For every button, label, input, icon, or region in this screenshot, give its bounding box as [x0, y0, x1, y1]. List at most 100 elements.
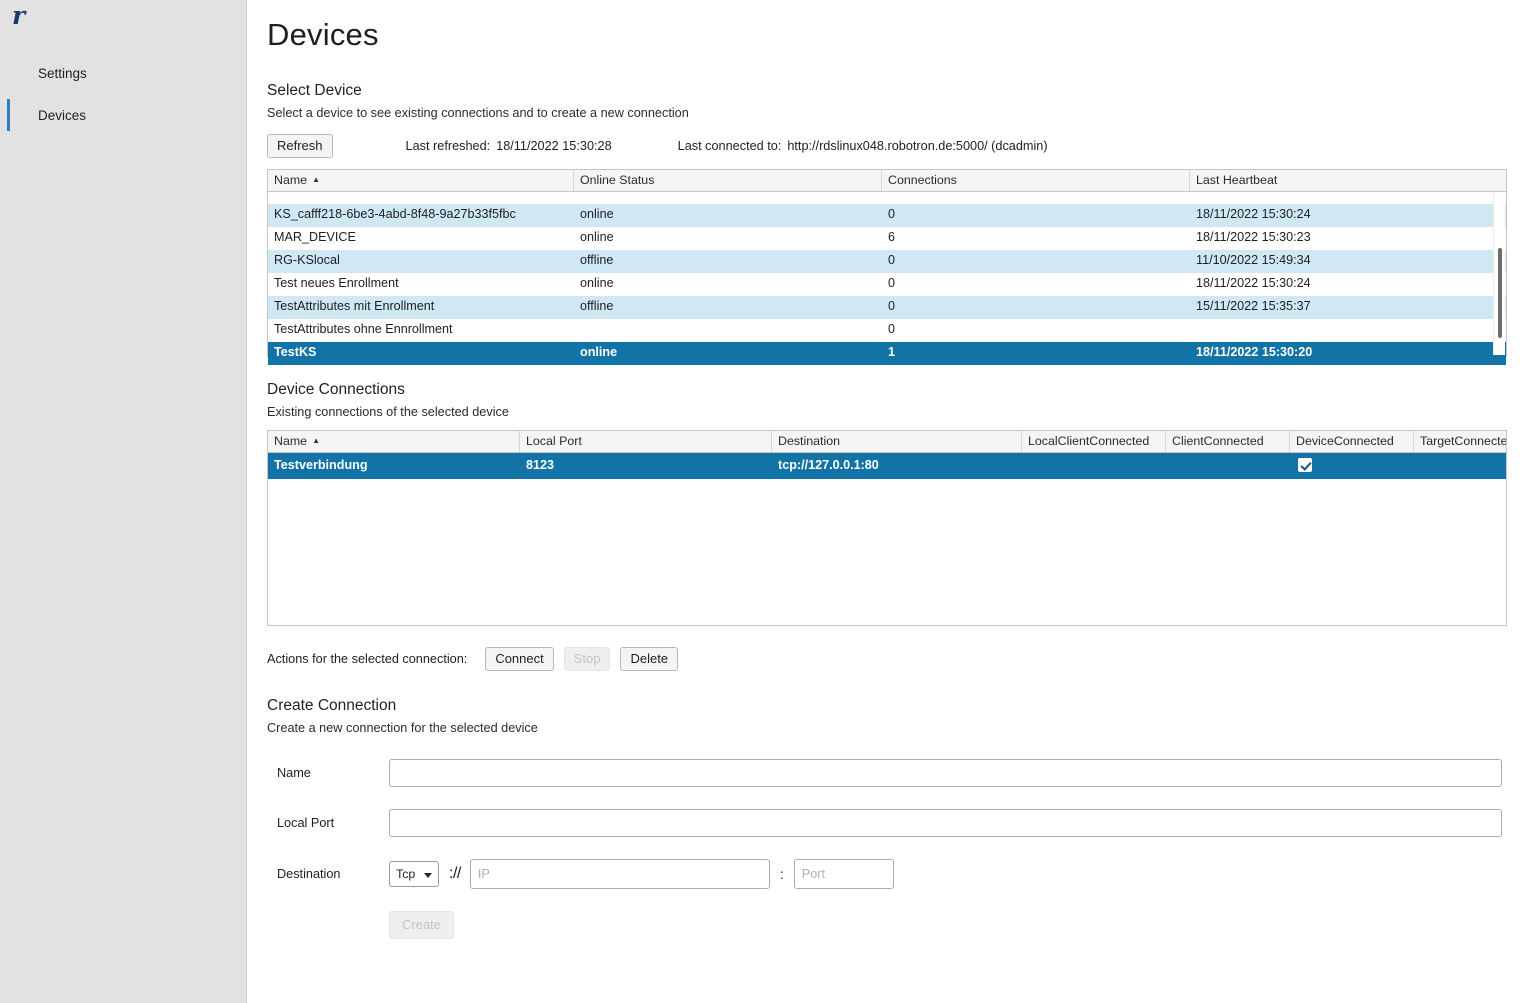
- connect-button[interactable]: Connect: [485, 647, 554, 671]
- cell-deviceconnected: [1290, 453, 1414, 479]
- cell-name: KSN_93a46c88-9e6e-4116-9990-da54aa93f28e: [268, 192, 574, 193]
- device-table-header: Name ▲ Online Status Connections Last Hea…: [268, 170, 1506, 192]
- cell-connections: 0: [888, 253, 896, 267]
- table-row[interactable]: Test neues Enrollment online 0 18/11/202…: [268, 273, 1506, 296]
- device-table: Name ▲ Online Status Connections Last Hea…: [267, 169, 1507, 365]
- table-row[interactable]: TestAttributes ohne Ennrollment 0: [268, 319, 1506, 342]
- checkbox-checked-icon[interactable]: [1298, 458, 1312, 472]
- cell-connections: 0: [888, 207, 896, 221]
- table-row[interactable]: Testverbindung 8123 tcp://127.0.0.1:80: [268, 453, 1506, 479]
- device-table-scrollbar[interactable]: [1493, 193, 1505, 355]
- sidebar-item-devices[interactable]: Devices: [0, 94, 246, 136]
- cell-name: Testverbindung: [274, 458, 368, 472]
- cell-heartbeat: 18/11/2022 15:30:24: [1196, 207, 1311, 221]
- nav-accent-bar: [7, 99, 10, 131]
- device-col-connections[interactable]: Connections: [882, 170, 1190, 191]
- port-input[interactable]: [793, 859, 894, 889]
- cell-status: online: [580, 276, 614, 290]
- connections-table-header: Name ▲ Local Port Destination LocalClient…: [268, 431, 1506, 453]
- cell-connections: 1: [888, 345, 896, 359]
- last-refreshed-value: 18/11/2022 15:30:28: [496, 139, 612, 153]
- table-row[interactable]: KS_cafff218-6be3-4abd-8f48-9a27b33f5fbc …: [268, 204, 1506, 227]
- cell-heartbeat: 11/10/2022 15:49:34: [1196, 253, 1311, 267]
- sort-asc-icon: ▲: [312, 175, 320, 184]
- cell-heartbeat: 15/11/2022 15:35:37: [1196, 299, 1311, 313]
- form-row-create: Create: [267, 911, 1508, 939]
- page-title: Devices: [267, 17, 379, 52]
- ip-input[interactable]: [469, 859, 770, 889]
- device-col-heartbeat[interactable]: Last Heartbeat: [1190, 170, 1506, 191]
- create-button: Create: [389, 911, 455, 939]
- conn-col-deviceconnected[interactable]: DeviceConnected: [1290, 431, 1414, 452]
- form-row-destination: Destination Tcp :// :: [267, 859, 1508, 889]
- table-row[interactable]: TestAttributes mit Enrollment offline 0 …: [268, 296, 1506, 319]
- cell-name: TestKS: [274, 345, 317, 359]
- form-row-local-port: Local Port: [267, 809, 1508, 837]
- cell-connections: 3: [882, 192, 1190, 193]
- cell-heartbeat: 18/11/2022 15:30:20: [1196, 345, 1313, 359]
- create-connection-form: Name Local Port Destination Tcp :// :: [267, 759, 1508, 939]
- device-connections-subtitle: Existing connections of the selected dev…: [267, 405, 509, 419]
- sidebar: r Settings Devices: [0, 0, 247, 1003]
- actions-label: Actions for the selected connection:: [267, 652, 468, 666]
- table-row[interactable]: RG-KSlocal offline 0 11/10/2022 15:49:34: [268, 250, 1506, 273]
- app-root: r Settings Devices Devices Select Device…: [0, 0, 1524, 1003]
- name-input[interactable]: [389, 759, 1502, 787]
- conn-col-targetconnected[interactable]: TargetConnected: [1414, 431, 1506, 452]
- conn-col-localclientconnected[interactable]: LocalClientConnected: [1022, 431, 1166, 452]
- chevron-down-icon: [424, 873, 432, 878]
- sidebar-item-label: Devices: [38, 107, 87, 123]
- last-refreshed-label: Last refreshed:: [405, 139, 491, 153]
- conn-col-destination[interactable]: Destination: [772, 431, 1022, 452]
- connections-table: Name ▲ Local Port Destination LocalClient…: [267, 430, 1507, 626]
- connection-actions: Actions for the selected connection: Con…: [267, 647, 1508, 671]
- cell-name: KS_cafff218-6be3-4abd-8f48-9a27b33f5fbc: [274, 207, 516, 221]
- table-row[interactable]: MAR_DEVICE online 6 18/11/2022 15:30:23: [268, 227, 1506, 250]
- cell-status: offline: [580, 253, 614, 267]
- cell-name: TestAttributes ohne Ennrollment: [274, 322, 453, 336]
- device-toolbar: Refresh Last refreshed: 18/11/2022 15:30…: [267, 134, 1508, 158]
- brand-logo: r: [12, 1, 25, 30]
- scheme-selected-value: Tcp: [396, 867, 416, 881]
- cell-connections: 6: [888, 230, 896, 244]
- cell-status: online: [580, 230, 614, 244]
- cell-status: [574, 319, 882, 342]
- stop-button: Stop: [563, 647, 611, 671]
- cell-connections: 0: [888, 322, 896, 336]
- last-connected-label: Last connected to:: [677, 139, 782, 153]
- form-spacer: [267, 911, 389, 939]
- delete-button[interactable]: Delete: [620, 647, 679, 671]
- last-connected: Last connected to: http://rdslinux048.ro…: [678, 139, 1048, 153]
- conn-col-clientconnected[interactable]: ClientConnected: [1166, 431, 1290, 452]
- device-col-name-label: Name: [274, 173, 308, 187]
- conn-col-name[interactable]: Name ▲: [268, 431, 520, 452]
- refresh-button[interactable]: Refresh: [267, 134, 333, 158]
- conn-col-name-label: Name: [274, 434, 308, 448]
- table-row[interactable]: TestKS online 1 18/11/2022 15:30:20: [268, 342, 1506, 365]
- device-col-name[interactable]: Name ▲: [268, 170, 574, 191]
- cell-status: offline: [580, 299, 614, 313]
- select-device-heading: Select Device: [267, 82, 362, 99]
- device-connections-heading: Device Connections: [267, 381, 405, 398]
- device-col-status[interactable]: Online Status: [574, 170, 882, 191]
- conn-col-local-port[interactable]: Local Port: [520, 431, 772, 452]
- last-refreshed: Last refreshed: 18/11/2022 15:30:28: [406, 139, 612, 153]
- scheme-select[interactable]: Tcp: [389, 861, 439, 887]
- table-row[interactable]: KSN_93a46c88-9e6e-4116-9990-da54aa93f28e…: [268, 192, 1506, 204]
- cell-status: online: [580, 207, 614, 221]
- cell-name: Test neues Enrollment: [274, 276, 399, 290]
- scrollbar-thumb[interactable]: [1498, 248, 1502, 338]
- sidebar-item-settings[interactable]: Settings: [0, 52, 246, 94]
- local-port-input[interactable]: [389, 809, 1502, 837]
- cell-name: TestAttributes mit Enrollment: [274, 299, 435, 313]
- sidebar-nav: Settings Devices: [0, 52, 246, 136]
- cell-heartbeat: 18/11/2022 15:30:23: [1196, 230, 1311, 244]
- colon-separator: :: [779, 866, 784, 882]
- cell-local-port: 8123: [526, 458, 555, 472]
- select-device-subtitle: Select a device to see existing connecti…: [267, 106, 689, 120]
- cell-connections: 0: [888, 276, 896, 290]
- scheme-separator: ://: [449, 865, 461, 882]
- cell-name: MAR_DEVICE: [274, 230, 356, 244]
- cell-destination: tcp://127.0.0.1:80: [778, 458, 879, 472]
- connections-table-body: Testverbindung 8123 tcp://127.0.0.1:80: [268, 453, 1506, 479]
